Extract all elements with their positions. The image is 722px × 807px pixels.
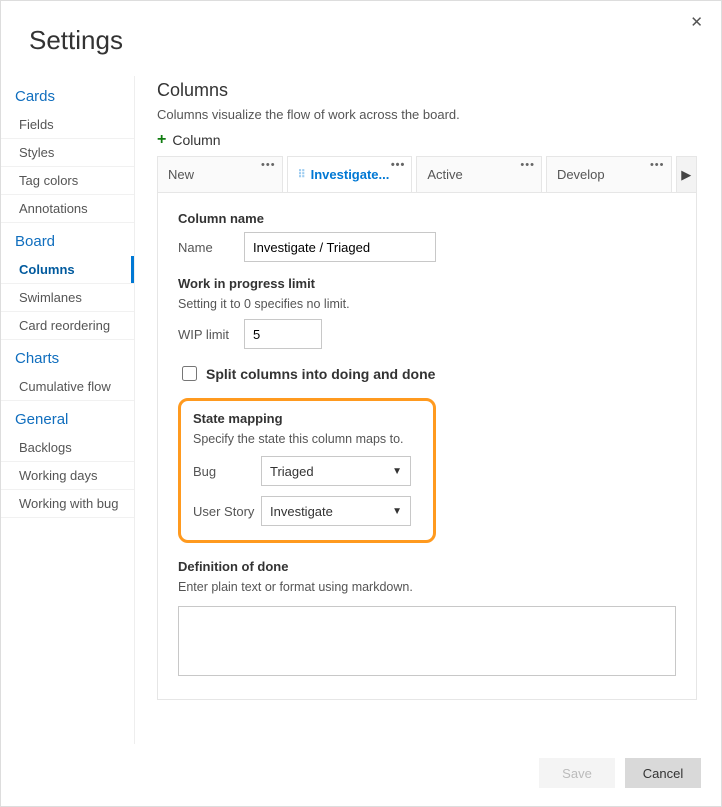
wip-limit-input[interactable]: [244, 319, 322, 349]
page-subtitle: Columns visualize the flow of work acros…: [157, 107, 697, 122]
ellipsis-icon[interactable]: •••: [520, 159, 535, 171]
plus-icon: +: [157, 132, 166, 148]
page-title: Columns: [157, 80, 697, 101]
column-name-section: Column name: [178, 211, 676, 226]
add-column-button[interactable]: + Column: [157, 132, 697, 148]
ellipsis-icon[interactable]: •••: [650, 159, 665, 171]
sidebar-item-styles[interactable]: Styles: [1, 139, 134, 167]
bug-label: Bug: [193, 464, 261, 479]
scroll-right-icon[interactable]: ▶: [676, 156, 697, 192]
grip-icon[interactable]: ⠿: [298, 168, 305, 181]
tab-label: Investigate...: [311, 167, 390, 182]
sidebar-item-working-with-bug[interactable]: Working with bug: [1, 490, 134, 518]
dialog-title: Settings: [1, 1, 721, 76]
select-value: Triaged: [270, 464, 314, 479]
select-value: Investigate: [270, 504, 333, 519]
definition-of-done-input[interactable]: [178, 606, 676, 676]
split-columns-label[interactable]: Split columns into doing and done: [206, 366, 435, 382]
column-tabs: New ••• ⠿ Investigate... ••• Active ••• …: [157, 156, 697, 192]
user-story-state-select[interactable]: Investigate ▼: [261, 496, 411, 526]
state-mapping-section: State mapping Specify the state this col…: [178, 398, 436, 543]
ellipsis-icon[interactable]: •••: [391, 159, 406, 171]
sidebar-item-working-days[interactable]: Working days: [1, 462, 134, 490]
settings-dialog: ✕ Settings Cards Fields Styles Tag color…: [0, 0, 722, 807]
wip-section: Work in progress limit: [178, 276, 676, 291]
sidebar-heading-cards: Cards: [1, 78, 134, 111]
ellipsis-icon[interactable]: •••: [261, 159, 276, 171]
wip-help: Setting it to 0 specifies no limit.: [178, 297, 676, 311]
sidebar-item-columns[interactable]: Columns: [1, 256, 134, 284]
main-panel: Columns Columns visualize the flow of wo…: [135, 76, 721, 744]
sidebar-item-backlogs[interactable]: Backlogs: [1, 434, 134, 462]
column-settings-panel: Column name Name Work in progress limit …: [157, 192, 697, 700]
sidebar-item-annotations[interactable]: Annotations: [1, 195, 134, 223]
dod-section: Definition of done: [178, 559, 676, 574]
dialog-footer: Save Cancel: [1, 744, 721, 806]
tab-develop[interactable]: Develop •••: [546, 156, 672, 192]
add-column-label: Column: [172, 132, 220, 148]
sidebar: Cards Fields Styles Tag colors Annotatio…: [1, 76, 135, 744]
dialog-body: Cards Fields Styles Tag colors Annotatio…: [1, 76, 721, 744]
column-name-input[interactable]: [244, 232, 436, 262]
close-icon[interactable]: ✕: [686, 11, 707, 34]
split-columns-checkbox[interactable]: [182, 366, 197, 381]
state-mapping-help: Specify the state this column maps to.: [193, 432, 421, 446]
chevron-down-icon: ▼: [392, 466, 402, 477]
chevron-down-icon: ▼: [392, 506, 402, 517]
tab-active[interactable]: Active •••: [416, 156, 542, 192]
name-label: Name: [178, 240, 234, 255]
bug-state-select[interactable]: Triaged ▼: [261, 456, 411, 486]
sidebar-item-tag-colors[interactable]: Tag colors: [1, 167, 134, 195]
sidebar-item-cumulative-flow[interactable]: Cumulative flow: [1, 373, 134, 401]
wip-label: WIP limit: [178, 327, 234, 342]
sidebar-item-fields[interactable]: Fields: [1, 111, 134, 139]
tab-label: New: [168, 167, 194, 182]
user-story-label: User Story: [193, 504, 261, 519]
sidebar-heading-charts: Charts: [1, 340, 134, 373]
tab-investigate[interactable]: ⠿ Investigate... •••: [287, 156, 413, 192]
cancel-button[interactable]: Cancel: [625, 758, 701, 788]
save-button[interactable]: Save: [539, 758, 615, 788]
sidebar-item-swimlanes[interactable]: Swimlanes: [1, 284, 134, 312]
dod-help: Enter plain text or format using markdow…: [178, 580, 676, 594]
sidebar-item-card-reordering[interactable]: Card reordering: [1, 312, 134, 340]
tab-label: Develop: [557, 167, 605, 182]
state-mapping-heading: State mapping: [193, 411, 421, 426]
sidebar-heading-general: General: [1, 401, 134, 434]
tab-new[interactable]: New •••: [157, 156, 283, 192]
sidebar-heading-board: Board: [1, 223, 134, 256]
tab-label: Active: [427, 167, 462, 182]
